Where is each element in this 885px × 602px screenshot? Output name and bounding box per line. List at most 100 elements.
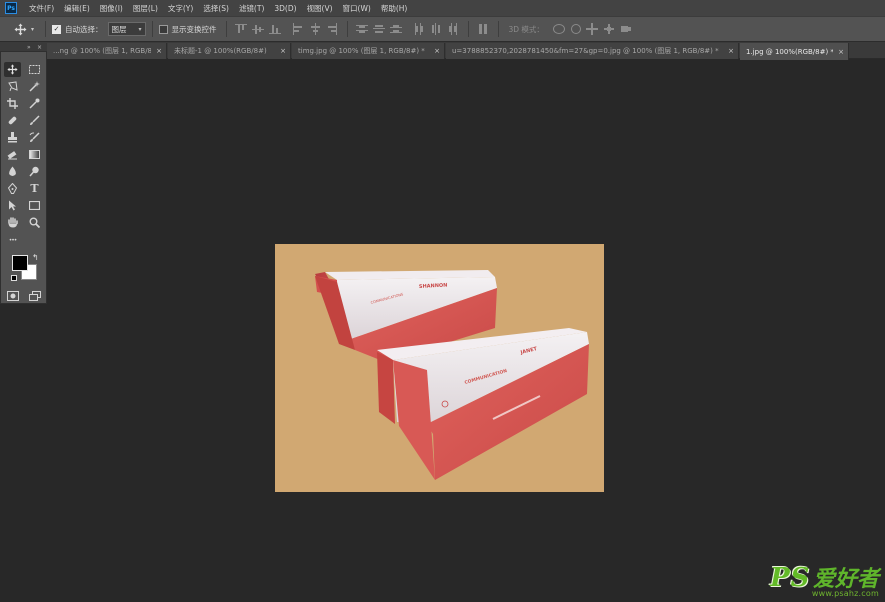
auto-select-checkbox[interactable]: ✓ xyxy=(52,24,61,34)
document-canvas[interactable]: SHANNON COMMUNICATIONS JANET COMMUNICATI… xyxy=(275,244,604,492)
more-tools-icon[interactable]: ••• xyxy=(4,233,21,248)
healing-brush-tool-icon[interactable] xyxy=(4,113,21,128)
rectangle-tool-icon[interactable] xyxy=(26,198,43,213)
zoom-tool-icon[interactable] xyxy=(26,215,43,230)
3d-scale-icon[interactable] xyxy=(620,23,632,35)
toolbox-header[interactable]: » × xyxy=(0,43,47,51)
menu-select[interactable]: 选择(S) xyxy=(198,3,234,14)
clone-stamp-tool-icon[interactable] xyxy=(4,130,21,145)
close-icon[interactable]: × xyxy=(838,48,844,56)
document-tab[interactable]: u=3788852370,2028781450&fm=27&gp=0.jpg @… xyxy=(446,43,739,59)
brush-tool-icon[interactable] xyxy=(26,113,43,128)
watermark-brand: PS xyxy=(770,563,811,593)
divider xyxy=(346,21,348,37)
tools-panel: T ••• ↰ xyxy=(0,51,47,304)
lasso-tool-icon[interactable] xyxy=(4,79,21,94)
divider xyxy=(151,21,153,37)
document-tab-bar: ...ng @ 100% (图层 1, RGB/8#) * × 未标题-1 @ … xyxy=(0,42,885,60)
site-watermark: PS 爱好者 www.psahz.com xyxy=(770,561,879,598)
move-tool-preset-icon[interactable] xyxy=(9,20,31,38)
screen-mode-icon[interactable] xyxy=(26,288,43,303)
align-vertical-center-icon[interactable] xyxy=(252,23,264,35)
magic-wand-tool-icon[interactable] xyxy=(26,79,43,94)
product-photo: SHANNON COMMUNICATIONS JANET COMMUNICATI… xyxy=(315,270,589,480)
hand-tool-icon[interactable] xyxy=(4,215,21,230)
dodge-tool-icon[interactable] xyxy=(26,164,43,179)
auto-align-layers-icon[interactable] xyxy=(477,23,489,35)
align-bottom-icon[interactable] xyxy=(269,23,281,35)
document-tab-active[interactable]: 1.jpg @ 100%(RGB/8#) * × xyxy=(740,43,849,60)
eyedropper-tool-icon[interactable] xyxy=(26,96,43,111)
tab-label: timg.jpg @ 100% (图层 1, RGB/8#) * xyxy=(298,47,425,55)
type-tool-icon[interactable]: T xyxy=(26,181,43,196)
menu-image[interactable]: 图像(I) xyxy=(95,3,128,14)
align-horizontal-center-icon[interactable] xyxy=(309,23,321,35)
menu-layer[interactable]: 图层(L) xyxy=(128,3,163,14)
distribute-buttons-group xyxy=(354,23,462,35)
document-tab[interactable]: 未标题-1 @ 100%(RGB/8#) × xyxy=(168,43,291,59)
divider xyxy=(45,21,46,37)
distribute-vertical-center-icon[interactable] xyxy=(373,23,385,35)
history-brush-tool-icon[interactable] xyxy=(26,130,43,145)
rectangular-marquee-tool-icon[interactable] xyxy=(26,62,43,77)
move-tool-icon[interactable] xyxy=(4,62,21,77)
swap-colors-icon[interactable]: ↰ xyxy=(32,253,39,262)
tab-label: ...ng @ 100% (图层 1, RGB/8#) * xyxy=(53,47,151,55)
path-selection-tool-icon[interactable] xyxy=(4,198,21,213)
document-tab[interactable]: timg.jpg @ 100% (图层 1, RGB/8#) * × xyxy=(292,43,445,59)
chevron-down-icon[interactable]: ▾ xyxy=(31,26,39,33)
close-icon[interactable]: × xyxy=(156,47,162,55)
align-right-icon[interactable] xyxy=(326,23,338,35)
menu-type[interactable]: 文字(Y) xyxy=(163,3,198,14)
default-colors-icon[interactable] xyxy=(11,275,17,281)
photoshop-logo-icon: Ps xyxy=(5,2,17,14)
menu-view[interactable]: 视图(V) xyxy=(302,3,338,14)
3d-orbit-icon[interactable] xyxy=(552,24,565,34)
menu-edit[interactable]: 编辑(E) xyxy=(59,3,95,14)
gradient-tool-icon[interactable] xyxy=(26,147,43,162)
menu-bar: Ps 文件(F) 编辑(E) 图像(I) 图层(L) 文字(Y) 选择(S) 滤… xyxy=(0,0,885,16)
3d-mode-label: 3D 模式： xyxy=(508,24,544,34)
menu-help[interactable]: 帮助(H) xyxy=(376,3,413,14)
chevron-down-icon: ▾ xyxy=(138,25,142,33)
auto-select-target-value: 图层 xyxy=(111,24,127,34)
close-icon[interactable]: × xyxy=(37,44,42,51)
divider xyxy=(497,21,499,37)
show-transform-label: 显示变换控件 xyxy=(171,24,217,34)
tab-label: u=3788852370,2028781450&fm=27&gp=0.jpg @… xyxy=(452,47,719,55)
distribute-left-icon[interactable] xyxy=(413,23,425,35)
close-icon[interactable]: × xyxy=(728,47,734,55)
options-bar: ▾ ✓ 自动选择： 图层 ▾ 显示变换控件 3D 模式： xyxy=(0,16,885,42)
menu-window[interactable]: 窗口(W) xyxy=(338,3,376,14)
eraser-tool-icon[interactable] xyxy=(4,147,21,162)
close-icon[interactable]: × xyxy=(280,47,286,55)
distribute-bottom-icon[interactable] xyxy=(390,23,402,35)
tab-label: 1.jpg @ 100%(RGB/8#) * xyxy=(746,47,834,56)
pen-tool-icon[interactable] xyxy=(4,181,21,196)
align-left-icon[interactable] xyxy=(292,23,304,35)
auto-select-target-dropdown[interactable]: 图层 ▾ xyxy=(107,22,146,36)
distribute-horizontal-center-icon[interactable] xyxy=(430,23,442,35)
crop-tool-icon[interactable] xyxy=(4,96,21,111)
auto-select-label: 自动选择： xyxy=(65,24,103,34)
blur-tool-icon[interactable] xyxy=(4,164,21,179)
foreground-color-swatch[interactable] xyxy=(12,255,28,271)
divider xyxy=(467,21,469,37)
distribute-right-icon[interactable] xyxy=(447,23,459,35)
align-top-icon[interactable] xyxy=(235,23,247,35)
distribute-top-icon[interactable] xyxy=(356,23,368,35)
3d-roll-icon[interactable] xyxy=(570,24,581,34)
menu-filter[interactable]: 滤镜(T) xyxy=(234,3,269,14)
close-icon[interactable]: × xyxy=(434,47,440,55)
divider xyxy=(225,21,227,37)
3d-pan-icon[interactable] xyxy=(586,23,599,35)
show-transform-checkbox[interactable] xyxy=(158,24,168,34)
quick-mask-icon[interactable] xyxy=(4,288,21,303)
3d-slide-icon[interactable] xyxy=(603,23,615,35)
document-tab[interactable]: ...ng @ 100% (图层 1, RGB/8#) * × xyxy=(47,43,167,59)
tab-label: 未标题-1 @ 100%(RGB/8#) xyxy=(174,47,267,55)
menu-file[interactable]: 文件(F) xyxy=(24,3,59,14)
menu-3d[interactable]: 3D(D) xyxy=(269,4,301,13)
align-buttons-group xyxy=(233,23,341,35)
collapse-icon[interactable]: » xyxy=(27,44,31,51)
